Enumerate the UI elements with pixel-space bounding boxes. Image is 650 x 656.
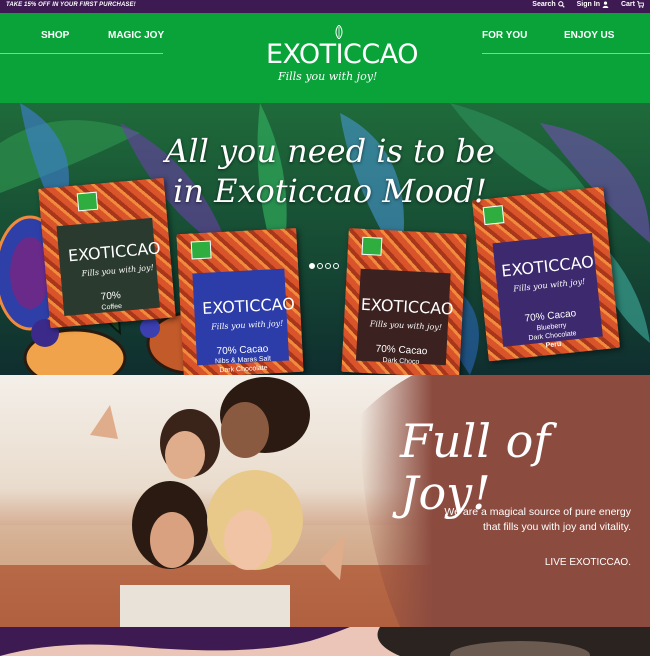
nav-shop[interactable]: SHOP [41,30,69,41]
product-pack-nibs[interactable]: EXOTICCAO Fills you with joy! 70% Cacao … [176,227,304,375]
product-pack-dark[interactable]: EXOTICCAO Fills you with joy! 70% Cacao … [341,228,467,375]
live-exoticcao-link[interactable]: LIVE EXOTICCAO. [500,557,631,568]
promo-bar: TAKE 15% OFF IN YOUR FIRST PURCHASE! Sea… [0,0,650,13]
joy-headline: Full of Joy! [400,414,551,520]
nav-divider-left [0,53,163,54]
slider-dot-3[interactable] [325,263,331,269]
joy-description-line1: We are a magical source of pure energy [444,506,631,518]
joy-section: Full of Joy! We are a magical source of … [0,375,650,627]
cart-link[interactable]: Cart [621,1,644,8]
logo-wordmark: EXOTICCAO [266,39,419,70]
logo-tagline: Fills you with joy! [278,70,378,83]
utility-links: Search Sign In Cart [532,1,644,8]
nav-enjoy-us[interactable]: ENJOY US [564,30,614,41]
nav-divider-right [482,53,650,54]
next-section-peek [0,627,650,656]
search-link[interactable]: Search [532,1,565,8]
promo-text: TAKE 15% OFF IN YOUR FIRST PURCHASE! [6,2,136,8]
cart-label: Cart [620,1,635,8]
hero-headline-line2: in Exoticcao Mood! [173,172,487,210]
search-icon [557,1,565,8]
hero-headline: All you need is to be in Exoticcao Mood! [150,131,510,211]
slider-dots [309,263,339,269]
site-header: SHOP MAGIC JOY EXOTICCAO Fills you with … [0,13,650,103]
signin-link[interactable]: Sign In [577,1,609,8]
cart-icon [637,1,644,8]
nav-for-you[interactable]: FOR YOU [482,30,527,41]
site-logo[interactable]: EXOTICCAO Fills you with joy! [262,21,419,93]
hero-slider: EXOTICCAO Fills you with joy! 70% Coffee… [0,103,650,375]
cacao-leaf-icon [335,25,343,39]
search-label: Search [532,1,556,8]
hero-headline-line1: All you need is to be [165,132,495,170]
signin-label: Sign In [576,1,600,8]
joy-description-line2: that fills you with joy and vitality. [482,521,631,533]
slider-dot-4[interactable] [333,263,339,269]
joy-description: We are a magical source of pure energy t… [414,505,631,535]
nav-magic-joy[interactable]: MAGIC JOY [108,30,164,41]
product-pack-blueberry[interactable]: EXOTICCAO Fills you with joy! 70% Cacao … [471,186,621,362]
slider-dot-1[interactable] [309,263,315,269]
user-icon [602,1,609,8]
slider-dot-2[interactable] [317,263,323,269]
